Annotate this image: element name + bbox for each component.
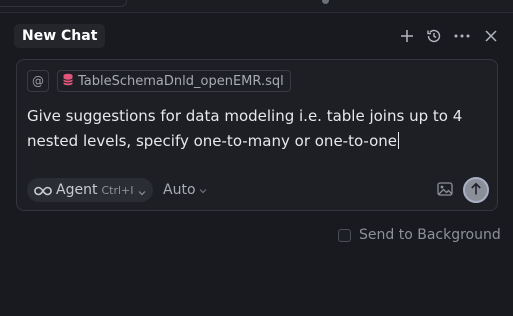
more-icon[interactable] — [451, 25, 473, 47]
send-button[interactable] — [463, 177, 489, 203]
status-dot — [322, 0, 329, 4]
arrow-up-icon — [470, 181, 482, 200]
tab-edge — [0, 0, 127, 7]
mention-button[interactable]: @ — [27, 70, 49, 92]
chevron-down-icon — [199, 182, 207, 198]
history-icon[interactable] — [423, 25, 445, 47]
model-selector[interactable]: Auto — [163, 178, 207, 202]
chat-header: New Chat — [0, 20, 513, 52]
chat-composer[interactable]: @ TableSchemaDnld_openEMR.sql Give sugge… — [16, 59, 498, 211]
database-icon — [62, 73, 74, 90]
close-icon[interactable] — [480, 25, 502, 47]
model-label: Auto — [163, 182, 196, 198]
mode-selector[interactable]: Agent Ctrl+I — [27, 178, 153, 202]
attached-file-name: TableSchemaDnld_openEMR.sql — [78, 73, 284, 89]
prompt-input[interactable]: Give suggestions for data modeling i.e. … — [27, 104, 487, 154]
infinity-icon — [34, 181, 52, 200]
mode-shortcut: Ctrl+I — [101, 183, 134, 197]
mode-label: Agent — [56, 182, 98, 198]
send-to-background[interactable]: Send to Background — [338, 226, 501, 244]
prompt-text: Give suggestions for data modeling i.e. … — [27, 107, 463, 150]
text-caret — [398, 132, 400, 149]
chevron-down-icon — [138, 181, 146, 200]
send-to-background-label: Send to Background — [359, 227, 501, 243]
top-tab-strip — [0, 0, 513, 13]
image-attach-icon[interactable] — [437, 181, 455, 199]
attached-file-chip[interactable]: TableSchemaDnld_openEMR.sql — [57, 70, 291, 92]
plus-icon[interactable] — [396, 25, 418, 47]
chat-title-tab[interactable]: New Chat — [14, 24, 106, 48]
send-to-background-checkbox[interactable] — [338, 228, 351, 242]
